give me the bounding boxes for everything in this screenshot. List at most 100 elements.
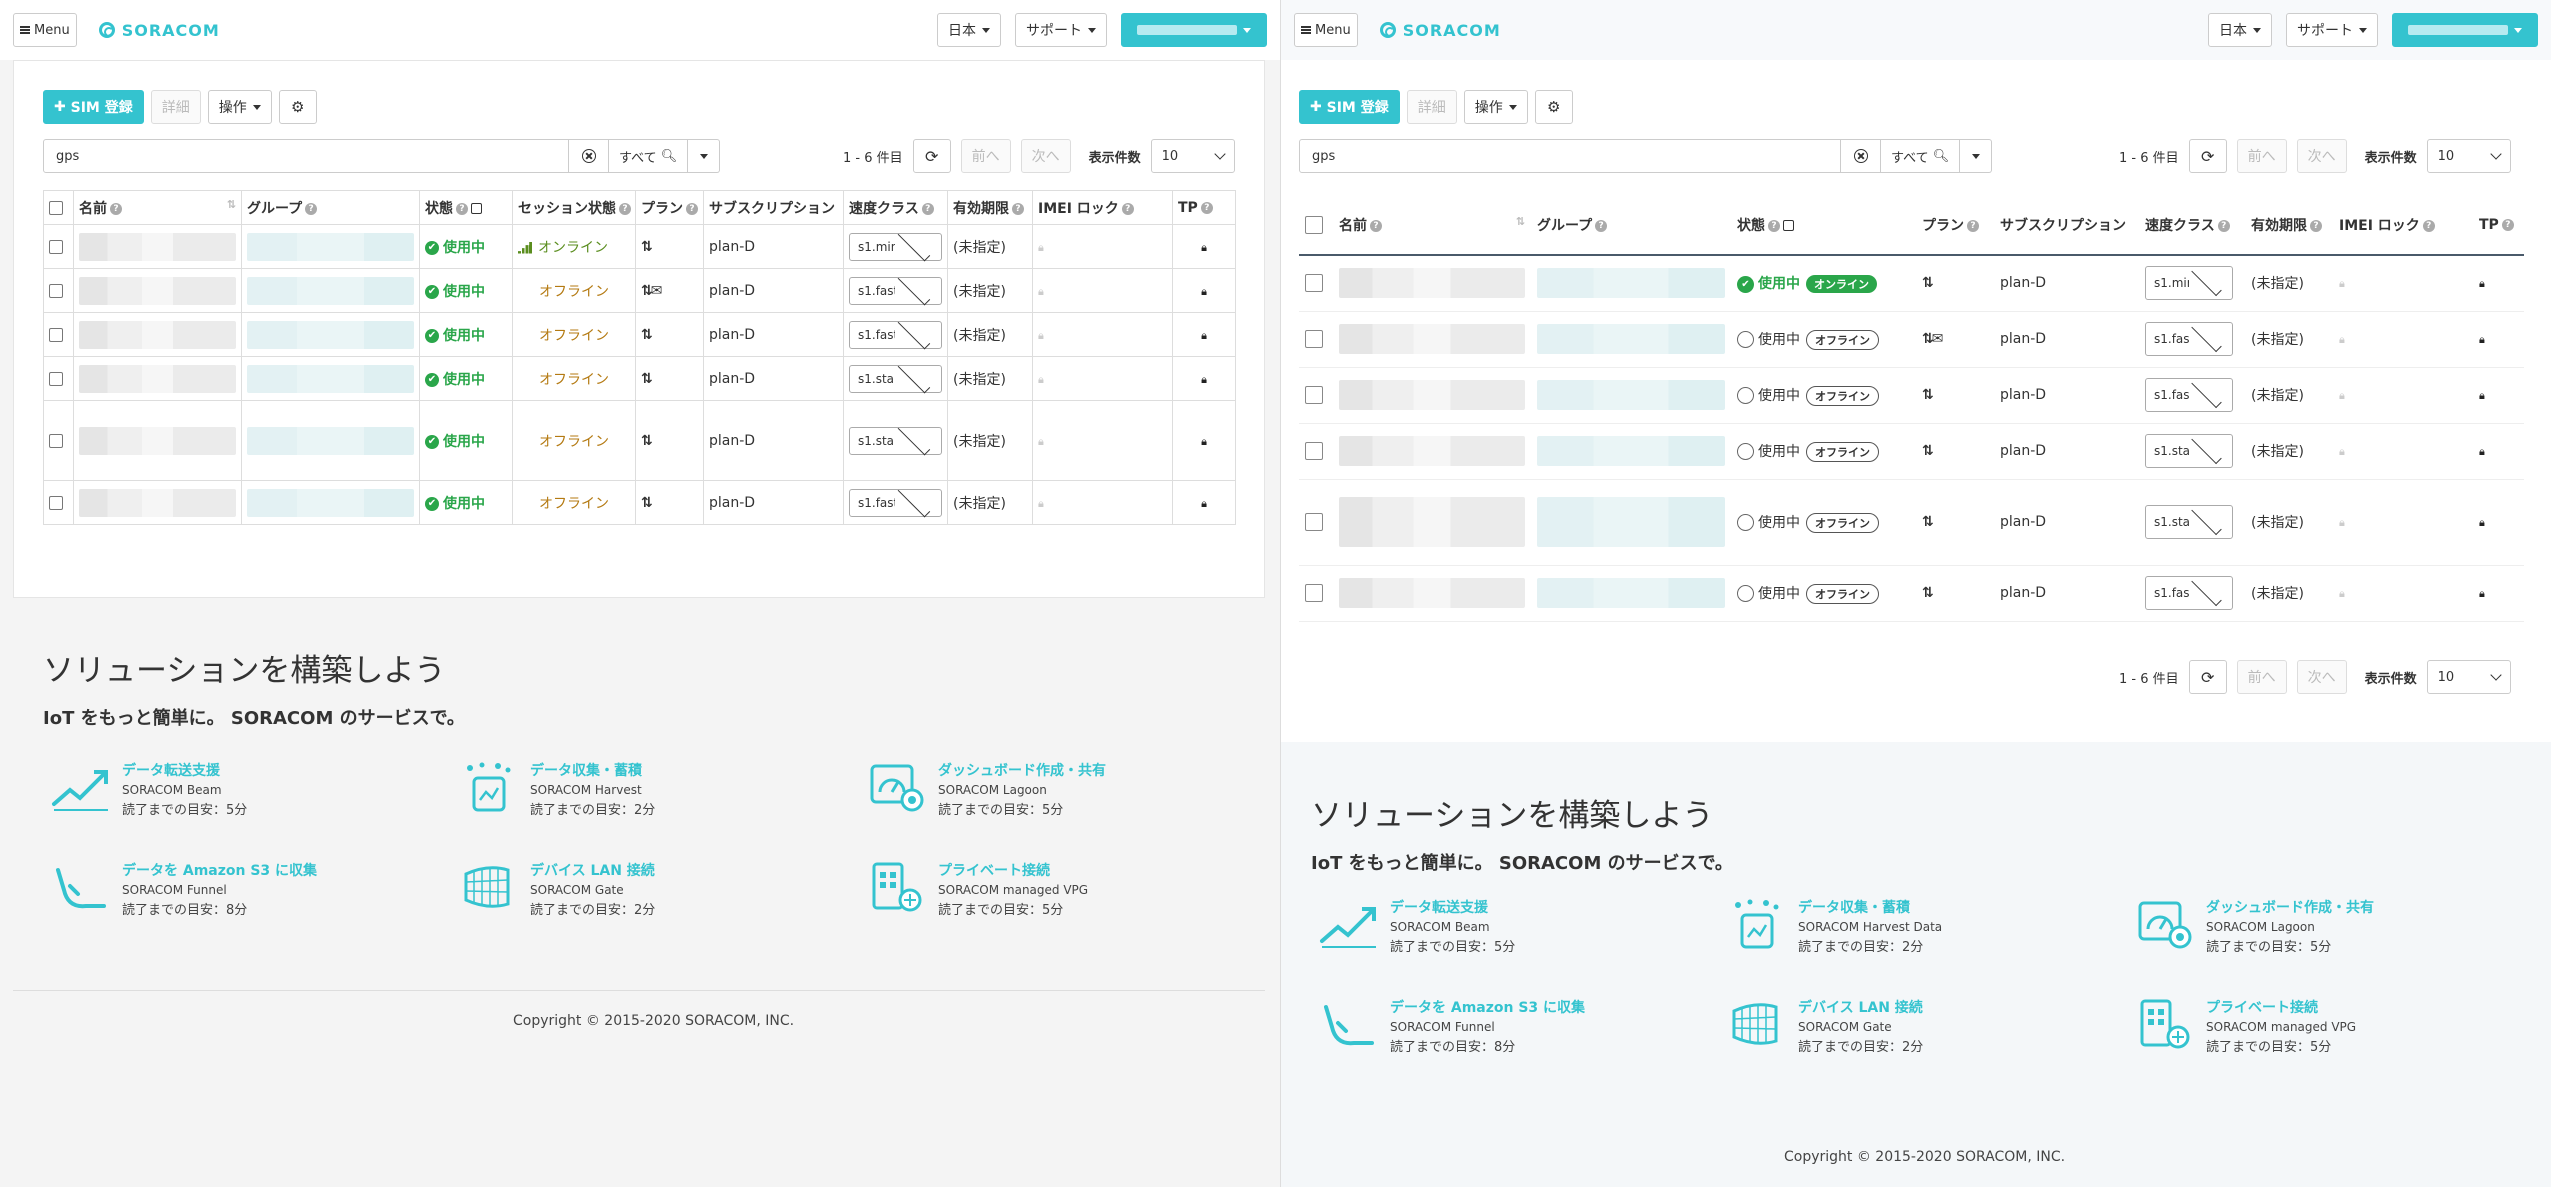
sim-name-cell[interactable] — [73, 400, 242, 481]
lock-icon[interactable]: 🔒︎ — [2479, 389, 2485, 402]
table-row[interactable]: ✔ 使用中 オフライン ⇅ plan-D s1.fast (未指定) 🔒︎ 🔒︎ — [43, 480, 1236, 525]
row-checkbox[interactable] — [49, 495, 63, 510]
solution-title-link[interactable]: データ収集・蓄積 — [1798, 897, 1942, 917]
settings-button[interactable]: ⚙ — [1534, 90, 1573, 124]
group-cell[interactable] — [241, 356, 420, 401]
operations-dropdown[interactable]: 操作 — [207, 90, 272, 124]
unlocked-icon[interactable]: 🔒︎ — [2339, 587, 2345, 600]
unlocked-icon[interactable]: 🔒︎ — [1038, 285, 1044, 298]
row-checkbox[interactable] — [1305, 386, 1323, 404]
col-header-name[interactable]: 名前? ⇅ — [1333, 195, 1531, 255]
unlocked-icon[interactable]: 🔒︎ — [1038, 241, 1044, 254]
table-row[interactable]: ✔ 使用中 オフライン ⇅ plan-D s1.standard (未指定) 🔒︎ 🔒︎ — [43, 400, 1236, 481]
solution-title-link[interactable]: データ転送支援 — [122, 760, 247, 780]
group-cell[interactable] — [241, 268, 420, 313]
sim-name-cell[interactable] — [73, 312, 242, 357]
col-header-status[interactable]: 状態? — [419, 190, 513, 225]
table-row[interactable]: ✔ 使用中 オフライン ⇅ plan-D s1.fast (未指定) 🔒︎ 🔒︎ — [43, 312, 1236, 357]
refresh-button[interactable]: ⟳ — [2188, 139, 2227, 173]
speed-class-select[interactable]: s1.fast — [849, 484, 942, 517]
table-row[interactable]: 使用中オフライン ⇅ plan-D s1.stand (未指定) 🔒︎ 🔒︎ — [1299, 479, 2524, 565]
support-dropdown[interactable]: サポート — [1015, 13, 1107, 47]
row-checkbox[interactable] — [1305, 584, 1323, 602]
unlocked-icon[interactable]: 🔒︎ — [2339, 516, 2345, 529]
lock-icon[interactable]: 🔒︎ — [1201, 285, 1207, 298]
solution-card[interactable]: データ収集・蓄積 SORACOM Harvest Data 読了までの目安：2分 — [1726, 897, 2134, 955]
search-input[interactable]: gps — [43, 139, 569, 173]
group-cell[interactable] — [1531, 255, 1731, 311]
solution-card[interactable]: データを Amazon S3 に収集 SORACOM Funnel 読了までの目安：… — [1318, 997, 1726, 1055]
sort-icon[interactable]: ⇅ — [227, 198, 236, 211]
speed-class-select[interactable]: s1.fast — [2145, 575, 2233, 610]
unlocked-icon[interactable]: 🔒︎ — [1038, 373, 1044, 386]
row-checkbox[interactable] — [1305, 513, 1323, 531]
lock-icon[interactable]: 🔒︎ — [1201, 241, 1207, 254]
sim-name-cell[interactable] — [73, 268, 242, 313]
refresh-button[interactable]: ⟳ — [2188, 660, 2227, 694]
speed-class-select[interactable]: s1.fast — [2145, 321, 2233, 356]
menu-button[interactable]: Menu — [1294, 13, 1358, 47]
group-cell[interactable] — [1531, 479, 1731, 565]
help-icon[interactable]: ? — [619, 202, 631, 215]
help-icon[interactable]: ? — [1012, 202, 1024, 215]
solution-title-link[interactable]: ダッシュボード作成・共有 — [938, 760, 1106, 780]
row-checkbox[interactable] — [1305, 442, 1323, 460]
sim-name-cell[interactable] — [1333, 423, 1531, 479]
col-header-plan[interactable]: プラン? — [1916, 195, 1994, 255]
prev-page-button[interactable]: 前へ — [960, 139, 1011, 173]
lock-icon[interactable]: 🔒︎ — [2479, 587, 2485, 600]
select-all-checkbox[interactable] — [1305, 215, 1323, 234]
sim-name-cell[interactable] — [1333, 311, 1531, 367]
col-header-speed[interactable]: 速度クラス? — [2139, 195, 2245, 255]
unlocked-icon[interactable]: 🔒︎ — [2339, 389, 2345, 402]
lock-icon[interactable]: 🔒︎ — [2479, 516, 2485, 529]
table-row[interactable]: ✔使用中オンライン ⇅ plan-D s1.mini (未指定) 🔒︎ 🔒︎ — [1299, 255, 2524, 311]
prev-page-button[interactable]: 前へ — [2236, 660, 2287, 694]
help-icon[interactable]: ? — [1595, 219, 1608, 232]
search-options-dropdown[interactable] — [688, 139, 721, 173]
solution-title-link[interactable]: プライベート接続 — [2206, 997, 2356, 1017]
group-cell[interactable] — [241, 400, 420, 481]
table-row[interactable]: ✔ 使用中 オンライン ⇅ plan-D s1.minimum (未指定) 🔒︎ 🔒︎ — [43, 224, 1236, 269]
speed-class-select[interactable]: s1.fast — [849, 316, 942, 349]
table-row[interactable]: 使用中オフライン ⇅✉ plan-D s1.fast (未指定) 🔒︎ 🔒︎ — [1299, 311, 2524, 367]
speed-class-select[interactable]: s1.fast — [849, 272, 942, 305]
sim-name-cell[interactable] — [73, 356, 242, 401]
detail-button[interactable]: 詳細 — [150, 90, 201, 124]
col-header-group[interactable]: グループ? — [1531, 195, 1731, 255]
next-page-button[interactable]: 次へ — [1020, 139, 1071, 173]
refresh-button[interactable]: ⟳ — [912, 139, 951, 173]
lock-icon[interactable]: 🔒︎ — [1201, 435, 1207, 448]
speed-class-select[interactable]: s1.mini — [2145, 266, 2233, 301]
account-dropdown[interactable] — [1121, 13, 1267, 47]
speed-class-select[interactable]: s1.standard — [849, 360, 942, 393]
prev-page-button[interactable]: 前へ — [2236, 139, 2287, 173]
col-header-plan[interactable]: プラン? — [635, 190, 704, 225]
solution-card[interactable]: デバイス LAN 接続 SORACOM Gate 読了までの目安：2分 — [458, 860, 866, 918]
lock-icon[interactable]: 🔒︎ — [1201, 373, 1207, 386]
solution-title-link[interactable]: データを Amazon S3 に収集 — [122, 860, 317, 880]
solution-card[interactable]: データ収集・蓄積 SORACOM Harvest 読了までの目安：2分 — [458, 760, 866, 818]
search-options-dropdown[interactable] — [1960, 139, 1993, 173]
support-dropdown[interactable]: サポート — [2286, 13, 2378, 47]
detail-button[interactable]: 詳細 — [1406, 90, 1457, 124]
speed-class-select[interactable]: s1.standard — [849, 422, 942, 455]
col-header-subscription[interactable]: サブスクリプション — [703, 190, 844, 225]
help-icon[interactable]: ? — [1200, 201, 1213, 214]
help-icon[interactable]: ? — [1370, 219, 1382, 232]
help-icon[interactable]: ? — [1768, 219, 1780, 232]
next-page-button[interactable]: 次へ — [2296, 660, 2347, 694]
solution-card[interactable]: ダッシュボード作成・共有 SORACOM Lagoon 読了までの目安：5分 — [866, 760, 1274, 818]
col-header-imei[interactable]: IMEI ロック? — [1032, 190, 1173, 225]
search-scope-button[interactable]: すべて 🔍︎ — [1881, 139, 1961, 173]
help-icon[interactable]: ? — [305, 202, 318, 215]
speed-class-select[interactable]: s1.minimum — [849, 228, 942, 261]
group-cell[interactable] — [241, 224, 420, 269]
solution-card[interactable]: ダッシュボード作成・共有 SORACOM Lagoon 読了までの目安：5分 — [2134, 897, 2542, 955]
language-dropdown[interactable]: 日本 — [937, 13, 1001, 47]
sim-name-cell[interactable] — [1333, 367, 1531, 423]
speed-class-select[interactable]: s1.stand — [2145, 504, 2233, 539]
solution-card[interactable]: プライベート接続 SORACOM managed VPG 読了までの目安：5分 — [866, 860, 1274, 918]
select-all-checkbox[interactable] — [49, 200, 63, 215]
clear-search-button[interactable] — [569, 139, 609, 173]
